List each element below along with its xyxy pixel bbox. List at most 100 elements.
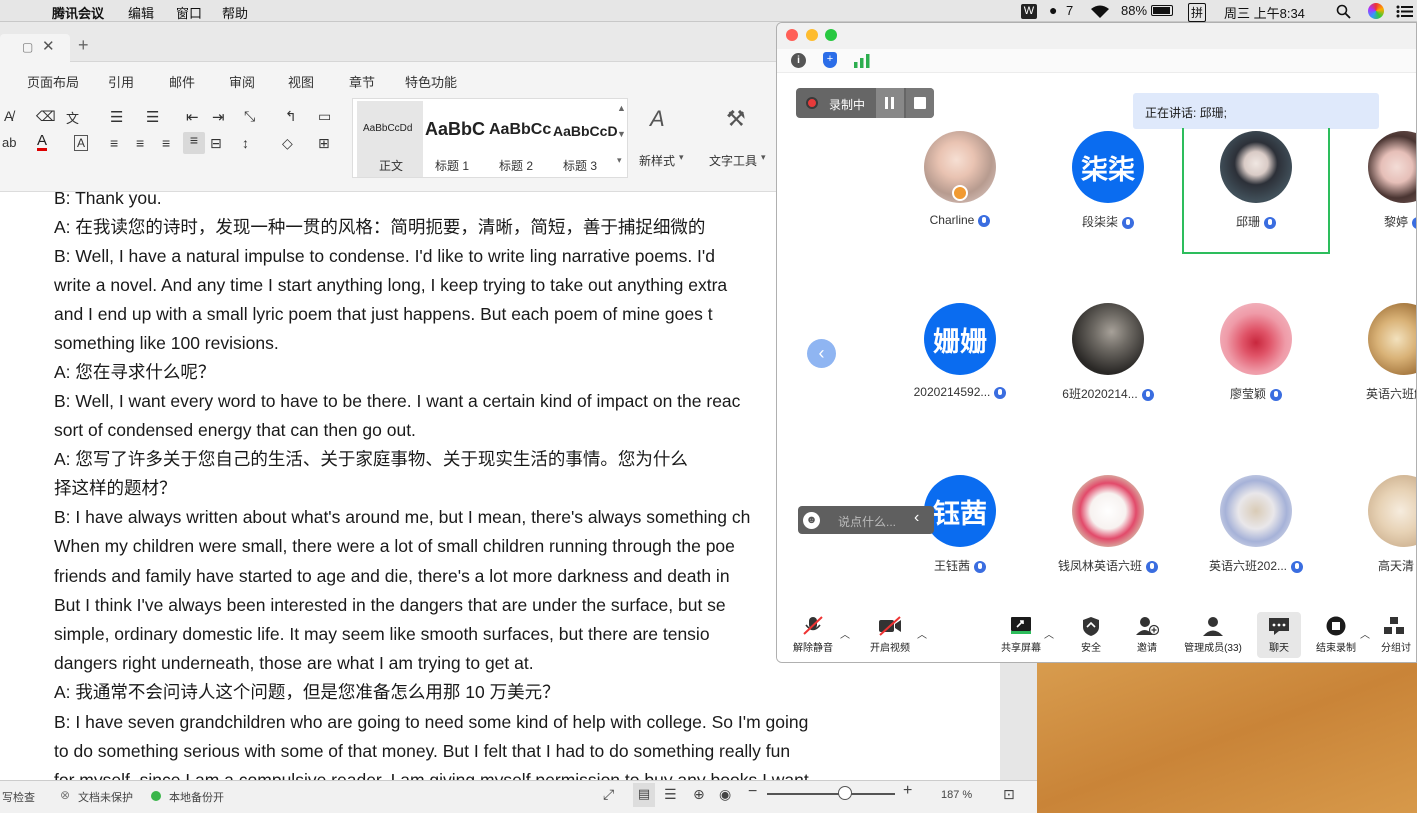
- share-screen-button[interactable]: 共享屏幕: [999, 616, 1043, 654]
- end-recording-button[interactable]: 结束录制: [1313, 616, 1359, 654]
- input-method[interactable]: 拼: [1188, 3, 1207, 22]
- style-normal[interactable]: AaBbCcDd 正文: [357, 101, 423, 177]
- text-tool-button[interactable]: ⚒ 文字工具 ▾: [700, 102, 776, 172]
- avatar[interactable]: 姗姗: [924, 303, 996, 375]
- doc-protect-status[interactable]: 文档未保护: [78, 789, 133, 805]
- quick-chat-input[interactable]: ☻ 说点什么... ‹: [798, 506, 934, 534]
- new-tab-icon[interactable]: +: [78, 35, 89, 56]
- avatar[interactable]: [1072, 475, 1144, 547]
- gallery-expand-icon[interactable]: ▾: [617, 155, 622, 166]
- info-icon[interactable]: i: [791, 53, 806, 68]
- unmute-button[interactable]: 解除静音: [791, 616, 835, 654]
- char-border-icon[interactable]: A: [74, 135, 89, 151]
- avatar[interactable]: 钰茜: [924, 475, 996, 547]
- clear-format-icon[interactable]: A̸: [4, 108, 13, 124]
- security-button[interactable]: 安全: [1069, 616, 1113, 654]
- read-mode-icon[interactable]: ◉: [719, 786, 731, 803]
- wifi-icon[interactable]: [1089, 4, 1111, 19]
- align-right-icon[interactable]: ≡: [162, 135, 170, 151]
- emoji-icon[interactable]: ☻: [803, 512, 820, 529]
- pause-recording-button[interactable]: [876, 88, 904, 118]
- show-marks-icon[interactable]: ▭: [318, 108, 331, 125]
- video-options-chevron-icon[interactable]: ︿: [917, 626, 927, 641]
- text-direction-icon[interactable]: ⤡: [244, 108, 255, 125]
- sort-icon[interactable]: ↰: [285, 108, 297, 125]
- zoom-level[interactable]: 187 %: [941, 789, 972, 801]
- backup-status[interactable]: 本地备份开: [169, 789, 224, 805]
- invite-button[interactable]: 邀请: [1125, 616, 1169, 654]
- avatar[interactable]: 柒柒: [1072, 131, 1144, 203]
- security-shield-icon[interactable]: +: [823, 52, 837, 68]
- align-left-icon[interactable]: ≡: [110, 135, 118, 151]
- close-tab-icon[interactable]: ✕: [42, 37, 55, 55]
- zoom-slider-handle[interactable]: [838, 786, 852, 800]
- gallery-scroll-up-icon[interactable]: ▲: [617, 103, 626, 113]
- outline-view-icon[interactable]: ☰: [664, 786, 677, 803]
- menu-window[interactable]: 窗口: [176, 3, 202, 22]
- new-style-button[interactable]: A 新样式 ▾: [636, 102, 692, 172]
- maximize-window-button[interactable]: [825, 29, 837, 41]
- avatar[interactable]: [1368, 475, 1416, 547]
- avatar[interactable]: [1220, 131, 1292, 203]
- chat-button[interactable]: 聊天: [1257, 616, 1301, 654]
- eraser-icon[interactable]: ⌫: [36, 108, 56, 125]
- shading-icon[interactable]: ◇: [282, 135, 293, 152]
- breakout-rooms-button[interactable]: 分组讨: [1381, 616, 1416, 654]
- battery-icon[interactable]: [1151, 5, 1173, 16]
- record-options-chevron-icon[interactable]: ︿: [1360, 626, 1370, 641]
- audio-options-chevron-icon[interactable]: ︿: [840, 626, 850, 641]
- zoom-in-icon[interactable]: +: [903, 782, 912, 800]
- tab-references[interactable]: 引用: [108, 72, 134, 91]
- manage-members-button[interactable]: 管理成员(33): [1175, 616, 1251, 654]
- tab-mailings[interactable]: 邮件: [169, 72, 195, 91]
- tab-special-features[interactable]: 特色功能: [405, 72, 457, 91]
- prev-page-button[interactable]: ‹: [807, 339, 836, 368]
- siri-icon[interactable]: [1368, 3, 1384, 19]
- align-center-icon[interactable]: ≡: [136, 135, 144, 151]
- style-heading-3[interactable]: AaBbCcD 标题 3: [551, 101, 618, 177]
- doc-tab[interactable]: ▢ ✕: [0, 34, 70, 62]
- menu-edit[interactable]: 编辑: [128, 3, 154, 22]
- avatar[interactable]: [924, 131, 996, 203]
- tab-page-layout[interactable]: 页面布局: [27, 72, 79, 91]
- increase-indent-icon[interactable]: ⇥: [212, 108, 225, 126]
- gallery-scroll-down-icon[interactable]: ▼: [617, 129, 626, 139]
- line-spacing-icon[interactable]: ↕: [242, 135, 249, 151]
- bullet-list-icon[interactable]: ☰: [110, 108, 123, 126]
- fit-page-icon[interactable]: ⊡: [1003, 786, 1015, 803]
- web-view-icon[interactable]: ⊕: [693, 786, 705, 803]
- qq-icon[interactable]: ●: [1049, 2, 1057, 18]
- highlight-icon[interactable]: ab: [2, 135, 16, 150]
- tab-review[interactable]: 审阅: [229, 72, 255, 91]
- minimize-window-button[interactable]: [806, 29, 818, 41]
- datetime[interactable]: 周三 上午8:34: [1224, 3, 1305, 22]
- page-view-icon[interactable]: ▤: [633, 783, 655, 807]
- spell-check-status[interactable]: 写检查: [2, 789, 35, 805]
- avatar[interactable]: [1220, 303, 1292, 375]
- stop-recording-button[interactable]: [906, 88, 934, 118]
- avatar[interactable]: [1368, 303, 1416, 375]
- tab-sections[interactable]: 章节: [349, 72, 375, 91]
- justify-icon[interactable]: ≡: [183, 132, 205, 154]
- zoom-slider[interactable]: [767, 793, 895, 795]
- avatar[interactable]: [1368, 131, 1416, 203]
- distributed-icon[interactable]: ⊟: [210, 135, 222, 152]
- fullscreen-icon[interactable]: ⤢: [603, 786, 614, 803]
- collapse-chat-icon[interactable]: ‹: [914, 509, 919, 527]
- pinyin-icon[interactable]: 文: [66, 108, 79, 127]
- style-heading-2[interactable]: AaBbCc 标题 2: [487, 101, 551, 177]
- wps-icon[interactable]: W: [1021, 4, 1037, 19]
- close-window-button[interactable]: [786, 29, 798, 41]
- menu-help[interactable]: 帮助: [222, 3, 248, 22]
- zoom-out-icon[interactable]: −: [748, 783, 757, 801]
- spotlight-search-icon[interactable]: [1336, 4, 1351, 19]
- avatar[interactable]: [1220, 475, 1292, 547]
- control-center-icon[interactable]: [1396, 5, 1414, 18]
- network-signal-icon[interactable]: [854, 54, 870, 68]
- avatar[interactable]: [1072, 303, 1144, 375]
- borders-icon[interactable]: ⊞: [318, 135, 330, 152]
- share-options-chevron-icon[interactable]: ︿: [1044, 626, 1054, 641]
- style-heading-1[interactable]: AaBbC 标题 1: [423, 101, 487, 177]
- start-video-button[interactable]: 开启视频: [868, 616, 912, 654]
- decrease-indent-icon[interactable]: ⇤: [186, 108, 199, 126]
